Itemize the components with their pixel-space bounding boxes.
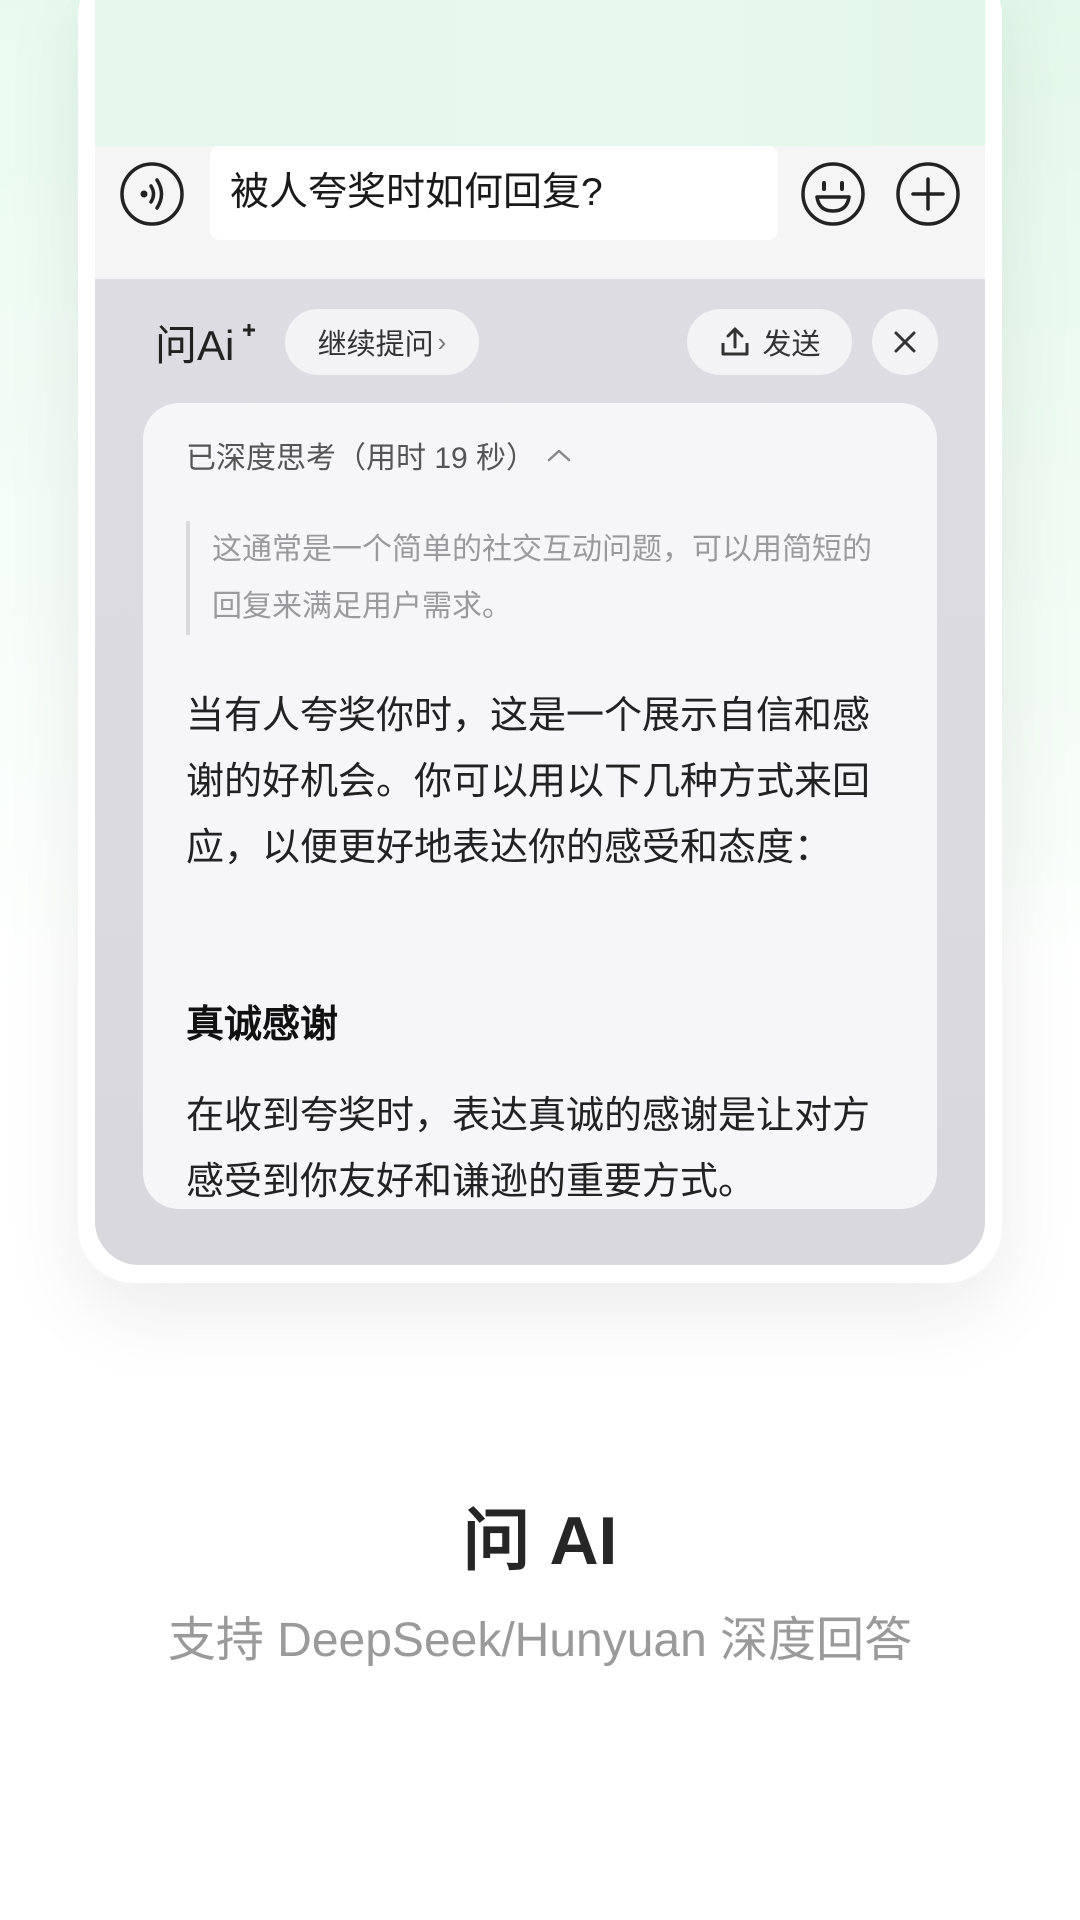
continue-ask-button[interactable]: 继续提问 › — [285, 309, 479, 375]
thinking-toggle[interactable]: 已深度思考（用时 19 秒） — [186, 433, 572, 477]
emoji-icon — [801, 162, 865, 226]
feature-title: 问 AI — [462, 1503, 618, 1579]
phone-screen: 被人夸奖时如何回复? 问Ai 继续提问 › 发送 已深度思考（用时 19 秒） … — [95, 0, 985, 1265]
chevron-up-icon — [547, 449, 571, 462]
feature-subtitle: 支持 DeepSeek/Hunyuan 深度回答 — [167, 1614, 913, 1667]
add-button[interactable] — [895, 161, 961, 227]
plus-icon — [896, 162, 960, 226]
answer-card: 已深度思考（用时 19 秒） 这通常是一个简单的社交互动问题，可以用简短的回复来… — [143, 403, 937, 1209]
background-glow-right — [990, 0, 1080, 950]
emoji-button[interactable] — [800, 161, 866, 227]
chevron-right-icon: › — [437, 326, 447, 357]
send-label: 发送 — [762, 329, 821, 361]
answer-intro: 当有人夸奖你时，这是一个展示自信和感谢的好机会。你可以用以下几种方式来回应，以便… — [186, 695, 871, 869]
voice-icon — [120, 162, 184, 226]
share-icon — [721, 327, 749, 356]
chat-area — [95, 0, 985, 147]
thinking-header: 已深度思考（用时 19 秒） — [186, 442, 537, 475]
svg-text:问Ai: 问Ai — [155, 322, 234, 368]
continue-ask-label: 继续提问 — [317, 329, 434, 361]
send-button[interactable]: 发送 — [687, 309, 852, 375]
answer-section-title: 真诚感谢 — [186, 1004, 339, 1046]
close-button[interactable] — [872, 309, 938, 375]
answer-section-text: 在收到夸奖时，表达真诚的感谢是让对方感受到你友好和谦逊的重要方式。 — [186, 1095, 871, 1203]
message-input[interactable]: 被人夸奖时如何回复? — [210, 146, 778, 240]
ask-ai-logo: 问Ai — [155, 320, 257, 369]
voice-button[interactable] — [119, 161, 185, 227]
close-icon — [894, 331, 916, 353]
thinking-text: 这通常是一个简单的社交互动问题，可以用简短的回复来满足用户需求。 — [186, 521, 886, 635]
